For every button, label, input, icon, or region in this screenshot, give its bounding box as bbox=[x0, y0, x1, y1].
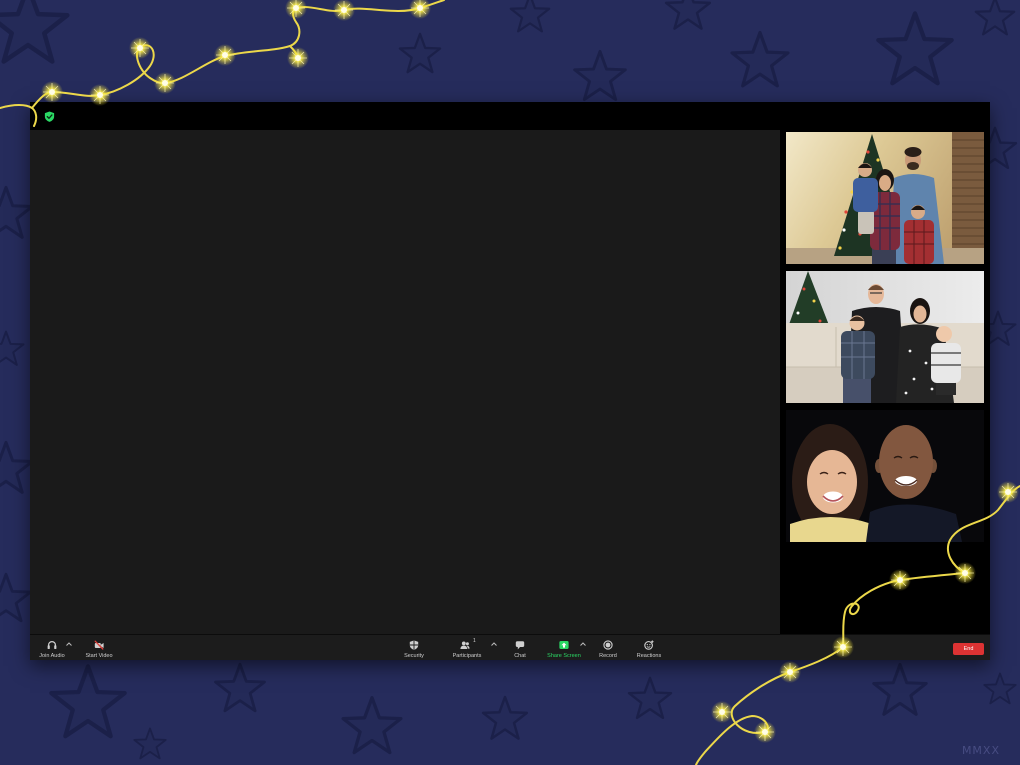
background-star bbox=[214, 662, 266, 713]
reactions-button[interactable]: Reactions bbox=[629, 635, 669, 660]
background-star bbox=[509, 0, 551, 33]
background-star bbox=[51, 666, 124, 736]
background-star bbox=[0, 330, 25, 366]
desktop-background: { "theme": { "background": "#262c5c", "w… bbox=[0, 0, 1020, 765]
reactions-label: Reactions bbox=[636, 653, 662, 659]
join-audio-button[interactable]: Join Audio bbox=[32, 635, 72, 660]
background-star bbox=[133, 727, 167, 760]
video-off-icon bbox=[94, 640, 104, 650]
record-label: Record bbox=[599, 653, 617, 659]
background-star bbox=[878, 13, 951, 83]
caret-up-icon bbox=[491, 642, 497, 646]
share-screen-button[interactable]: Share Screen bbox=[544, 635, 584, 660]
background-star bbox=[627, 676, 673, 720]
meeting-window: Join Audio Start Video Security 1 Partic… bbox=[30, 102, 990, 660]
background-star bbox=[341, 695, 403, 755]
background-star bbox=[398, 32, 442, 74]
background-star bbox=[0, 440, 34, 494]
join-audio-label: Join Audio bbox=[39, 653, 65, 659]
background-star bbox=[974, 0, 1016, 36]
video-tile[interactable] bbox=[786, 271, 984, 403]
caret-up-icon bbox=[66, 642, 72, 646]
caret-up-icon bbox=[580, 642, 586, 646]
participant-video-1 bbox=[786, 132, 984, 264]
background-star bbox=[872, 662, 928, 716]
background-star bbox=[0, 572, 32, 623]
shield-icon bbox=[409, 640, 419, 650]
shield-check-icon[interactable] bbox=[44, 111, 55, 122]
chat-button[interactable]: Chat bbox=[500, 635, 540, 660]
audio-options-button[interactable] bbox=[65, 641, 73, 647]
background-star bbox=[664, 0, 712, 30]
participant-video-2 bbox=[786, 271, 984, 403]
chat-label: Chat bbox=[514, 653, 526, 659]
background-star bbox=[0, 0, 67, 61]
video-tile[interactable] bbox=[786, 410, 984, 542]
participants-options-button[interactable] bbox=[490, 641, 498, 647]
participant-count-badge: 1 bbox=[473, 638, 476, 644]
share-screen-label: Share Screen bbox=[547, 653, 581, 659]
background-star bbox=[573, 49, 627, 102]
background-star bbox=[481, 695, 529, 740]
active-speaker-area bbox=[30, 130, 780, 634]
chat-icon bbox=[515, 641, 525, 650]
participant-video-3 bbox=[786, 410, 984, 542]
year-caption: MMXX bbox=[961, 744, 1000, 757]
background-star bbox=[730, 30, 790, 88]
meeting-toolbar: Join Audio Start Video Security 1 Partic… bbox=[30, 634, 990, 660]
record-button[interactable]: Record bbox=[588, 635, 628, 660]
participants-icon bbox=[460, 641, 470, 649]
video-tile[interactable] bbox=[786, 132, 984, 264]
share-options-button[interactable] bbox=[579, 641, 587, 647]
background-star bbox=[0, 185, 34, 239]
start-video-button[interactable]: Start Video bbox=[79, 635, 119, 660]
window-top-bar bbox=[30, 102, 990, 130]
gallery-sidebar bbox=[780, 130, 990, 634]
window-blinds bbox=[952, 132, 984, 250]
start-video-label: Start Video bbox=[85, 653, 113, 659]
participants-button[interactable]: 1 Participants bbox=[447, 635, 487, 660]
headphones-icon bbox=[47, 641, 57, 649]
end-meeting-button[interactable]: End bbox=[953, 643, 984, 655]
reactions-icon bbox=[644, 640, 654, 650]
security-button[interactable]: Security bbox=[394, 635, 434, 660]
background-star bbox=[983, 672, 1017, 705]
record-icon bbox=[603, 640, 613, 650]
participants-label: Participants bbox=[452, 653, 482, 659]
share-screen-icon bbox=[559, 641, 569, 649]
security-label: Security bbox=[404, 653, 424, 659]
